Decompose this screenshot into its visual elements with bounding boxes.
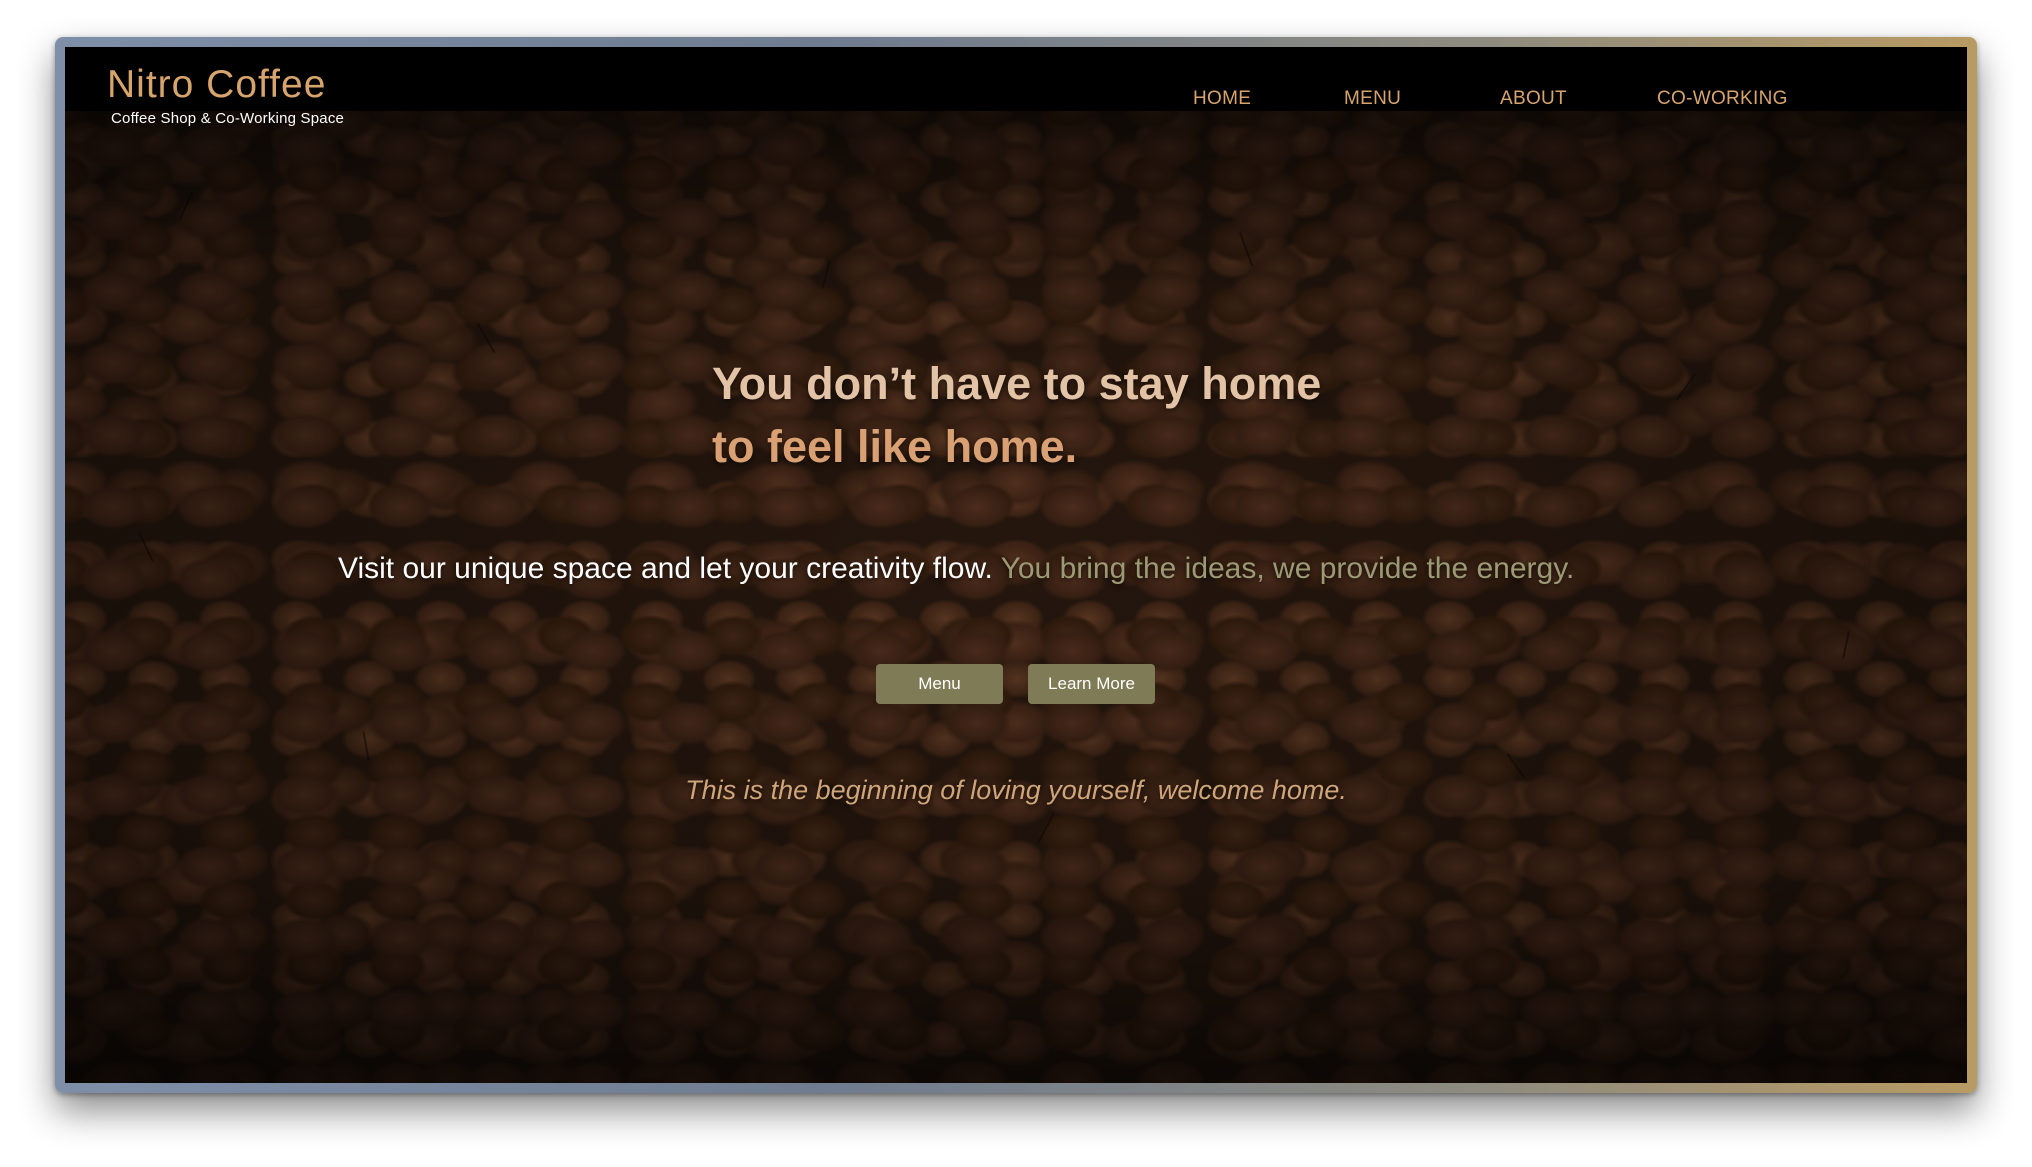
nav-link-home[interactable]: HOME <box>1193 88 1251 110</box>
menu-button[interactable]: Menu <box>876 664 1003 704</box>
brand-title: Nitro Coffee <box>107 63 327 106</box>
hero-dark-overlay <box>65 111 1967 1083</box>
hero-background-coffee-beans <box>65 111 1967 1083</box>
hero-headline-line2: to feel like home. <box>712 421 1078 472</box>
page-viewport: Nitro Coffee Coffee Shop & Co-Working Sp… <box>65 47 1967 1083</box>
nav-link-about[interactable]: ABOUT <box>1500 88 1567 110</box>
learn-more-button[interactable]: Learn More <box>1028 664 1155 704</box>
bean-crease <box>1842 631 1850 659</box>
hero-headline-line1: You don’t have to stay home <box>712 358 1322 409</box>
nav-link-menu[interactable]: MENU <box>1344 88 1401 110</box>
bean-crease <box>821 261 831 289</box>
hero-subline: Visit our unique space and let your crea… <box>338 552 1738 586</box>
hero-subline-primary: Visit our unique space and let your crea… <box>338 552 993 585</box>
hero-subline-secondary: You bring the ideas, we provide the ener… <box>992 552 1575 585</box>
brand-tagline: Coffee Shop & Co-Working Space <box>111 110 345 127</box>
nav-link-co-working[interactable]: CO-WORKING <box>1657 88 1788 110</box>
bean-crease <box>1238 231 1254 267</box>
bean-crease <box>178 191 194 221</box>
bean-crease <box>1676 373 1696 401</box>
bean-crease <box>138 532 154 562</box>
bean-crease <box>1037 812 1055 844</box>
browser-window: Nitro Coffee Coffee Shop & Co-Working Sp… <box>55 37 1977 1093</box>
hero-headline: You don’t have to stay home to feel like… <box>712 352 1321 478</box>
brand-logo[interactable]: Nitro Coffee Coffee Shop & Co-Working Sp… <box>107 65 344 127</box>
hero-tagline: This is the beginning of loving yourself… <box>685 775 1347 805</box>
bean-crease <box>476 322 496 354</box>
bean-crease <box>362 731 370 761</box>
